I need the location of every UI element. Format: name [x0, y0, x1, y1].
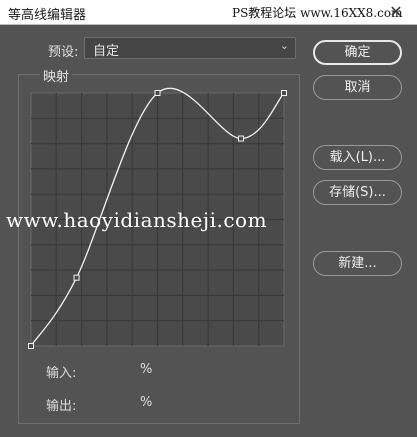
watermark-text: www.haoyidiansheji.com [6, 208, 268, 232]
curve-point-handle[interactable] [73, 274, 80, 281]
output-label: 输出: [46, 399, 77, 414]
input-unit: % [140, 362, 153, 377]
input-label: 输入: [46, 366, 77, 381]
curve-point-handle[interactable] [281, 90, 287, 96]
curve-point-handle[interactable] [154, 90, 161, 96]
curve-point-handle[interactable] [237, 135, 244, 142]
curve-point-handle[interactable] [28, 343, 34, 349]
output-unit: % [140, 395, 153, 410]
